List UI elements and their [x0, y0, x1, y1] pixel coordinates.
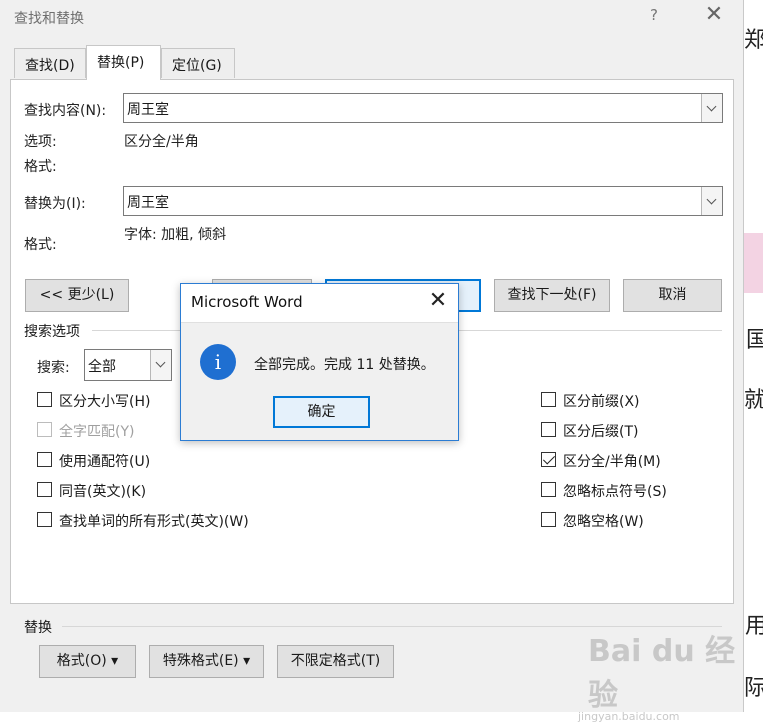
document-char: 就 [744, 388, 763, 413]
msgbox-message: 全部完成。完成 11 处替换。 [254, 357, 435, 373]
find-input-value: 周王室 [127, 102, 169, 118]
all-word-forms-checkbox[interactable] [37, 512, 52, 527]
sounds-like-label[interactable]: 同音(英文)(K) [59, 481, 146, 501]
replace-format-value: 字体: 加粗, 倾斜 [124, 227, 227, 243]
replace-input-value: 周王室 [127, 195, 169, 211]
find-next-button[interactable]: 查找下一处(F) [494, 279, 610, 312]
chevron-down-icon[interactable] [701, 187, 722, 215]
options-value: 区分全/半角 [124, 134, 199, 150]
whole-word-checkbox[interactable] [37, 422, 52, 437]
chevron-down-icon[interactable] [150, 350, 171, 380]
match-width-label[interactable]: 区分全/半角(M) [563, 451, 661, 471]
tab-replace[interactable]: 替换(P) [86, 45, 161, 80]
close-icon[interactable]: ✕ [425, 288, 451, 313]
whole-word-label[interactable]: 全字匹配(Y) [59, 421, 134, 441]
msgbox-title: Microsoft Word [191, 293, 303, 311]
format-button[interactable]: 格式(O) ▾ [39, 645, 136, 678]
dialog-title: 查找和替换 [14, 11, 84, 27]
replace-label: 替换为(I): [24, 196, 86, 212]
less-button[interactable]: << 更少(L) [25, 279, 129, 312]
search-direction-value: 全部 [88, 359, 116, 375]
info-icon: i [200, 344, 236, 380]
completion-message-box: Microsoft Word ✕ i 全部完成。完成 11 处替换。 确定 [180, 283, 459, 441]
document-char: 国 [746, 328, 763, 353]
ignore-punctuation-checkbox[interactable] [541, 482, 556, 497]
watermark-brand: Bai du 经验 [588, 634, 736, 713]
match-case-label[interactable]: 区分大小写(H) [59, 391, 150, 411]
tab-find[interactable]: 查找(D) [14, 48, 86, 78]
match-prefix-label[interactable]: 区分前缀(X) [563, 391, 640, 411]
find-format-label: 格式: [24, 159, 57, 175]
match-suffix-checkbox[interactable] [541, 422, 556, 437]
find-label: 查找内容(N): [24, 103, 107, 119]
ok-button[interactable]: 确定 [273, 396, 370, 428]
match-width-checkbox[interactable] [541, 452, 556, 467]
wildcards-label[interactable]: 使用通配符(U) [59, 451, 150, 471]
replace-section-title: 替换 [24, 620, 52, 636]
msgbox-body: i 全部完成。完成 11 处替换。 确定 [181, 322, 458, 440]
match-case-checkbox[interactable] [37, 392, 52, 407]
replace-input[interactable]: 周王室 [123, 186, 723, 216]
ignore-punctuation-label[interactable]: 忽略标点符号(S) [563, 481, 667, 501]
options-label: 选项: [24, 134, 57, 150]
all-word-forms-label[interactable]: 查找单词的所有形式(英文)(W) [59, 511, 249, 531]
special-button[interactable]: 特殊格式(E) ▾ [149, 645, 264, 678]
tab-goto[interactable]: 定位(G) [161, 48, 235, 78]
chevron-down-icon[interactable] [701, 94, 722, 122]
match-prefix-checkbox[interactable] [541, 392, 556, 407]
ignore-whitespace-checkbox[interactable] [541, 512, 556, 527]
cancel-button[interactable]: 取消 [623, 279, 722, 312]
search-direction-label: 搜索: [37, 360, 70, 376]
dialog-close-button[interactable]: ✕ [700, 2, 728, 27]
search-options-title: 搜索选项 [24, 324, 80, 340]
watermark-logo: Bai du 经验 jingyan.baidu.com [578, 626, 763, 723]
document-char: 郑 [744, 28, 763, 53]
match-suffix-label[interactable]: 区分后缀(T) [563, 421, 638, 441]
wildcards-checkbox[interactable] [37, 452, 52, 467]
find-input[interactable]: 周王室 [123, 93, 723, 123]
sounds-like-checkbox[interactable] [37, 482, 52, 497]
no-formatting-button[interactable]: 不限定格式(T) [277, 645, 394, 678]
help-button[interactable]: ? [650, 6, 658, 24]
replace-format-label: 格式: [24, 237, 57, 253]
ignore-whitespace-label[interactable]: 忽略空格(W) [563, 511, 644, 531]
search-direction-select[interactable]: 全部 [84, 349, 172, 381]
